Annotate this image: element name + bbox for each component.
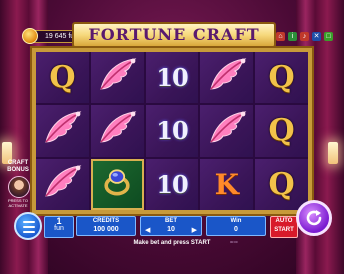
reel-cell: [200, 52, 254, 104]
craft-bonus[interactable]: CRAFT BONUS PRESS TO ACTIVATE: [4, 160, 30, 212]
bet-value: 10: [167, 226, 175, 233]
coin-icon: [22, 28, 38, 44]
symbol-10: 10: [156, 63, 188, 93]
reel-cell: [200, 105, 254, 157]
bet-decrease-icon[interactable]: ◀: [145, 226, 150, 234]
credits-box: CREDITS 100 000: [76, 216, 136, 236]
autostart-button[interactable]: AUTO START: [270, 216, 298, 238]
top-bar: 19 645 fun FORTUNE CRAFT ⌂ i ♪ ✕ □: [0, 0, 344, 48]
footer-note: 00:00: [230, 240, 238, 244]
reel-cell: 10: [145, 52, 199, 104]
reel-cell: [90, 105, 144, 157]
menu-bar-icon: [23, 226, 35, 228]
reel-cell: Q: [255, 105, 308, 157]
bonus-avatar: [8, 176, 30, 198]
reel-cell: [90, 158, 144, 210]
feather-icon: [40, 108, 84, 153]
craft-bonus-label: CRAFT BONUS: [7, 160, 29, 173]
credits-value: 100 000: [93, 226, 119, 233]
reel-cell: Q: [255, 158, 308, 210]
fullscreen-icon[interactable]: □: [324, 32, 333, 41]
lines-value: 1: [56, 216, 62, 226]
language-flag-icon[interactable]: ✕: [312, 32, 321, 41]
bet-controls: ◀ 10 ▶: [141, 225, 201, 234]
symbol-10: 10: [156, 169, 188, 199]
bet-label: BET: [165, 218, 177, 224]
feather-icon: [95, 108, 139, 153]
reel-cell: Q: [255, 52, 308, 104]
credits-label: CREDITS: [92, 218, 120, 224]
lines-selector[interactable]: 1 fun: [44, 216, 74, 238]
reel-cell: [36, 105, 89, 157]
reel-cell: 10: [145, 105, 199, 157]
status-message: Make bet and press START: [133, 240, 211, 246]
symbol-q: Q: [268, 60, 295, 96]
win-box: Win 0: [206, 216, 266, 236]
feather-icon: [205, 55, 249, 100]
reels-grid: Q 10 Q 10 Q 10 K Q: [36, 52, 308, 210]
bonus-press-text: PRESS TO ACTIVATE: [7, 198, 29, 208]
win-label: Win: [230, 218, 242, 224]
symbol-10: 10: [156, 116, 188, 146]
reel-cell: 10: [145, 158, 199, 210]
sound-icon[interactable]: ♪: [300, 32, 309, 41]
symbol-k: K: [214, 167, 239, 201]
symbol-q: Q: [268, 166, 295, 202]
reel-frame: Q 10 Q 10 Q 10 K Q: [30, 46, 314, 216]
reel-cell: [36, 158, 89, 210]
symbol-q: Q: [49, 60, 76, 96]
menu-bar-icon: [23, 221, 35, 223]
reel-cell: [90, 52, 144, 104]
bet-increase-icon[interactable]: ▶: [192, 226, 197, 234]
home-icon[interactable]: ⌂: [276, 32, 285, 41]
lines-unit: fun: [54, 225, 64, 232]
reel-cell: Q: [36, 52, 89, 104]
feather-icon: [40, 162, 84, 207]
feather-icon: [95, 55, 139, 100]
feather-icon: [205, 108, 249, 153]
autostart-label: AUTO START: [274, 218, 294, 233]
reel-cell: K: [200, 158, 254, 210]
symbol-q: Q: [268, 113, 295, 149]
bet-box: BET ◀ 10 ▶: [140, 216, 202, 236]
right-lamp: [328, 142, 338, 164]
win-value: 0: [234, 226, 238, 233]
menu-button[interactable]: [14, 212, 42, 240]
menu-bar-icon: [23, 231, 35, 233]
spin-button[interactable]: [296, 200, 332, 236]
spin-arrow-icon: [306, 210, 322, 226]
game-title-plate: FORTUNE CRAFT: [72, 22, 276, 48]
top-icons: ⌂ i ♪ ✕ □: [276, 32, 333, 41]
game-title: FORTUNE CRAFT: [88, 25, 260, 44]
ring-icon: [99, 164, 135, 205]
info-icon[interactable]: i: [288, 32, 297, 41]
